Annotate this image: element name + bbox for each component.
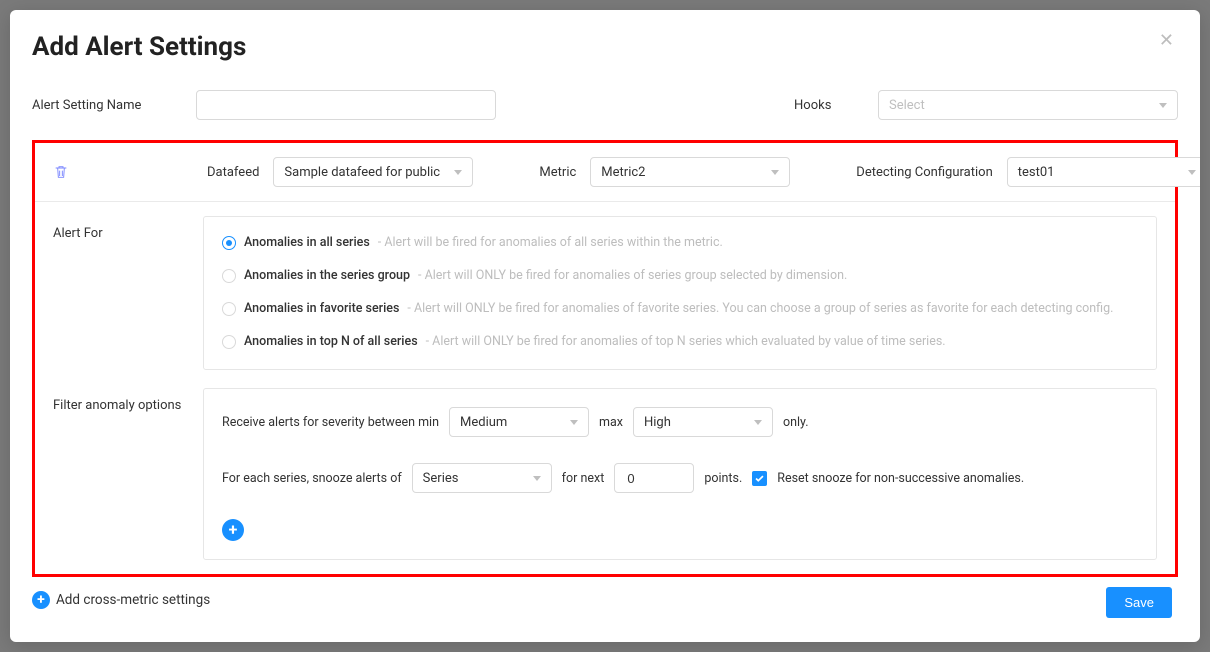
snooze-mid: for next (562, 471, 605, 486)
radio-icon[interactable] (222, 335, 236, 349)
alert-for-section: Alert For Anomalies in all series - Aler… (35, 202, 1175, 384)
chevron-down-icon (771, 170, 779, 175)
top-fields-row: Alert Setting Name Hooks Select (32, 90, 1178, 120)
severity-mid: max (599, 415, 623, 430)
add-cross-metric-label: Add cross-metric settings (56, 592, 210, 608)
alert-name-input-field[interactable] (207, 97, 485, 114)
radio-desc: - Alert will ONLY be fired for anomalies… (418, 268, 847, 283)
add-cross-metric-button[interactable]: + Add cross-metric settings (32, 591, 1178, 609)
hooks-select[interactable]: Select (878, 90, 1178, 120)
snooze-points-field[interactable] (625, 470, 683, 487)
metric-config-panel: Datafeed Sample datafeed for public Metr… (32, 140, 1178, 577)
detecting-config-select[interactable]: test01 (1007, 157, 1200, 187)
alert-name-label: Alert Setting Name (32, 98, 172, 113)
close-icon[interactable]: ✕ (1159, 32, 1174, 50)
alert-for-option-all-series[interactable]: Anomalies in all series - Alert will be … (222, 235, 1138, 250)
hooks-select-placeholder: Select (889, 98, 925, 113)
metric-field: Metric Metric2 (539, 157, 790, 187)
chevron-down-icon (454, 170, 462, 175)
reset-snooze-label: Reset snooze for non-successive anomalie… (777, 471, 1024, 486)
severity-prefix: Receive alerts for severity between min (222, 415, 439, 430)
chevron-down-icon (570, 420, 578, 425)
filter-card: Receive alerts for severity between min … (203, 388, 1157, 560)
trash-icon[interactable] (53, 163, 69, 181)
alert-for-card: Anomalies in all series - Alert will be … (203, 216, 1157, 370)
severity-max-value: High (644, 415, 671, 430)
radio-desc: - Alert will ONLY be fired for anomalies… (407, 301, 1113, 316)
datafeed-select-value: Sample datafeed for public (284, 165, 440, 180)
severity-min-select[interactable]: Medium (449, 407, 589, 437)
snooze-points-input[interactable] (614, 463, 694, 493)
detecting-config-field: Detecting Configuration test01 (856, 157, 1200, 187)
chevron-down-icon (533, 476, 541, 481)
hooks-label: Hooks (794, 98, 854, 113)
radio-title: Anomalies in all series (244, 235, 370, 250)
radio-title: Anomalies in favorite series (244, 301, 399, 316)
radio-title: Anomalies in top N of all series (244, 334, 418, 349)
reset-snooze-checkbox[interactable] (752, 471, 767, 486)
severity-suffix: only. (783, 415, 809, 430)
datafeed-field: Datafeed Sample datafeed for public (207, 157, 473, 187)
datafeed-label: Datafeed (207, 165, 259, 180)
alert-for-option-favorite[interactable]: Anomalies in favorite series - Alert wil… (222, 301, 1138, 316)
snooze-prefix: For each series, snooze alerts of (222, 471, 402, 486)
alert-for-label: Alert For (53, 216, 193, 370)
filter-label: Filter anomaly options (53, 388, 193, 560)
add-alert-settings-modal: ✕ Add Alert Settings Alert Setting Name … (10, 10, 1200, 642)
save-button[interactable]: Save (1106, 587, 1172, 618)
radio-title: Anomalies in the series group (244, 268, 410, 283)
snooze-unit-value: Series (423, 471, 459, 486)
radio-icon[interactable] (222, 302, 236, 316)
datafeed-row: Datafeed Sample datafeed for public Metr… (35, 143, 1175, 202)
snooze-unit-select[interactable]: Series (412, 463, 552, 493)
alert-for-option-top-n[interactable]: Anomalies in top N of all series - Alert… (222, 334, 1138, 349)
metric-select-value: Metric2 (601, 165, 645, 180)
severity-max-select[interactable]: High (633, 407, 773, 437)
plus-icon: + (32, 591, 50, 609)
detecting-config-label: Detecting Configuration (856, 165, 992, 180)
radio-icon[interactable] (222, 269, 236, 283)
metric-select[interactable]: Metric2 (590, 157, 790, 187)
modal-title: Add Alert Settings (32, 32, 1178, 62)
alert-name-input[interactable] (196, 90, 496, 120)
modal-backdrop: ✕ Add Alert Settings Alert Setting Name … (0, 0, 1210, 652)
severity-line: Receive alerts for severity between min … (222, 407, 1138, 437)
chevron-down-icon (1159, 103, 1167, 108)
metric-label: Metric (539, 165, 576, 180)
datafeed-select[interactable]: Sample datafeed for public (273, 157, 473, 187)
detecting-config-select-value: test01 (1018, 165, 1055, 180)
add-filter-button[interactable]: + (222, 519, 244, 541)
filter-section: Filter anomaly options Receive alerts fo… (35, 384, 1175, 574)
snooze-line: For each series, snooze alerts of Series… (222, 463, 1138, 493)
radio-icon[interactable] (222, 236, 236, 250)
radio-desc: - Alert will be fired for anomalies of a… (378, 235, 723, 250)
radio-desc: - Alert will ONLY be fired for anomalies… (426, 334, 946, 349)
snooze-suffix: points. (704, 471, 742, 486)
chevron-down-icon (754, 420, 762, 425)
alert-for-option-series-group[interactable]: Anomalies in the series group - Alert wi… (222, 268, 1138, 283)
chevron-down-icon (1188, 170, 1196, 175)
severity-min-value: Medium (460, 415, 507, 430)
